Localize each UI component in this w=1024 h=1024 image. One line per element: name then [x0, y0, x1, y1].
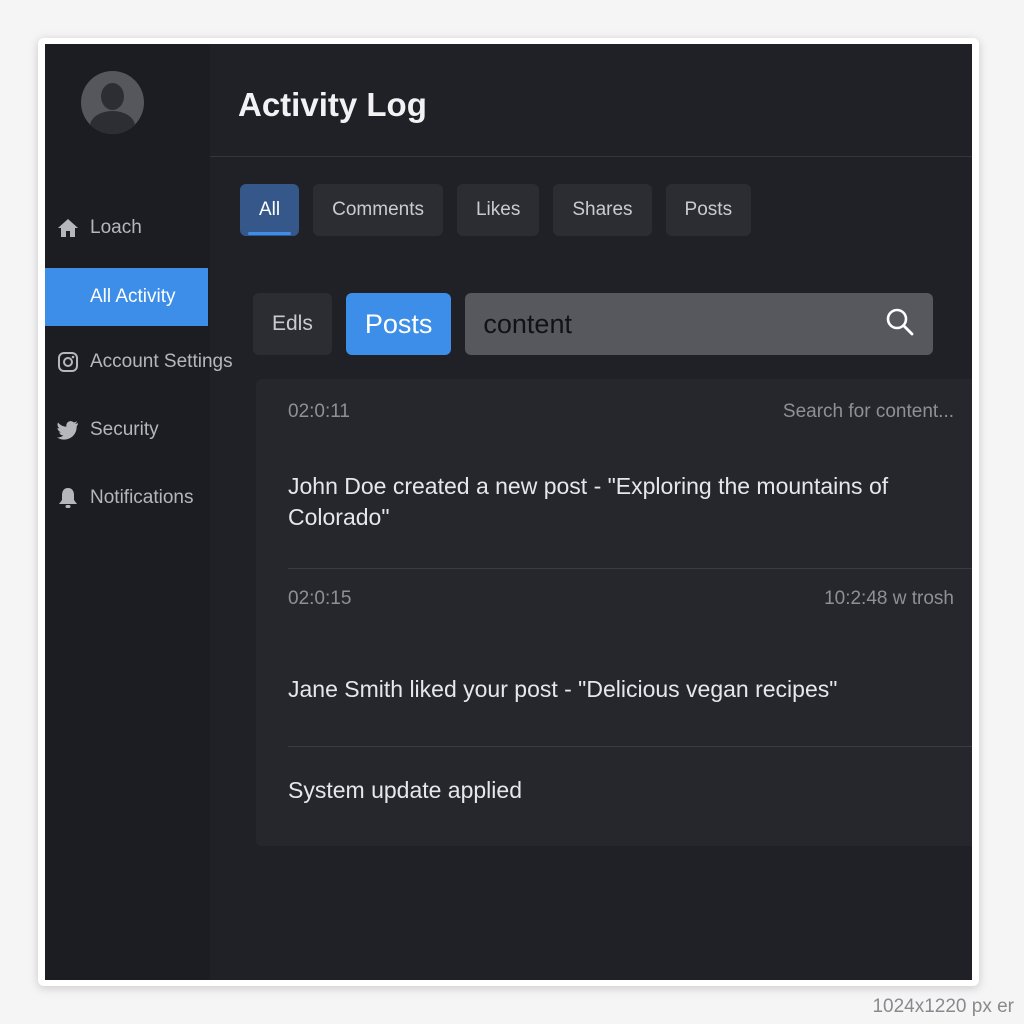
- sidebar-item-all-activity[interactable]: All Activity: [45, 268, 208, 326]
- home-icon: [45, 218, 90, 238]
- activity-timestamp: 02:0:11: [288, 401, 350, 422]
- bell-icon: [45, 487, 90, 509]
- avatar-head: [101, 83, 124, 110]
- tab-posts[interactable]: Posts: [665, 184, 752, 236]
- search-icon[interactable]: [885, 307, 915, 342]
- instagram-icon: [45, 351, 90, 373]
- sidebar-item-label: Loach: [90, 217, 142, 238]
- tab-shares[interactable]: Shares: [553, 184, 652, 236]
- tab-active-indicator: [248, 232, 292, 235]
- app-window: Loach All Activity Account Settings Secu…: [45, 44, 972, 980]
- sidebar-item-label: All Activity: [90, 286, 176, 307]
- search-input[interactable]: content: [465, 293, 934, 355]
- sidebar: Loach All Activity Account Settings Secu…: [45, 44, 233, 980]
- tab-label: Comments: [332, 199, 424, 220]
- tab-label: Posts: [684, 199, 733, 220]
- search-value: content: [483, 308, 572, 339]
- activity-tabs: All Comments Likes Shares Posts: [240, 184, 752, 236]
- activity-meta: 10:2:48 w trosh: [824, 588, 954, 609]
- dimension-note: 1024x1220 px er: [872, 996, 1014, 1017]
- user-avatar-icon[interactable]: [81, 71, 144, 134]
- avatar-torso: [90, 111, 135, 134]
- activity-message: John Doe created a new post - "Exploring…: [288, 473, 889, 530]
- main-content: Activity Log All Comments Likes Shares P…: [210, 44, 972, 980]
- filter-chip-edls[interactable]: Edls: [253, 293, 332, 355]
- page-title: Activity Log: [238, 86, 427, 123]
- tab-comments[interactable]: Comments: [313, 184, 443, 236]
- activity-list: 02:0:11 Search for content... John Doe c…: [256, 379, 972, 846]
- tab-likes[interactable]: Likes: [456, 184, 540, 236]
- filter-row: Edls Posts content: [253, 293, 934, 355]
- sidebar-item-label: Notifications: [90, 487, 194, 508]
- header-divider: [210, 156, 972, 157]
- activity-message: System update applied: [288, 777, 522, 803]
- tab-label: Likes: [475, 199, 521, 220]
- list-divider: [288, 746, 972, 747]
- activity-meta: Search for content...: [782, 401, 954, 422]
- filter-chip-posts[interactable]: Posts: [345, 293, 452, 355]
- activity-message: Jane Smith liked your post - "Delicious …: [288, 676, 838, 702]
- tab-label: All: [259, 199, 281, 220]
- sidebar-item-label: Security: [90, 419, 159, 440]
- tab-label: Shares: [572, 199, 633, 220]
- twitter-bird-icon: [45, 420, 90, 440]
- tab-all[interactable]: All: [240, 184, 300, 236]
- list-divider: [288, 568, 972, 569]
- activity-timestamp: 02:0:15: [288, 588, 352, 609]
